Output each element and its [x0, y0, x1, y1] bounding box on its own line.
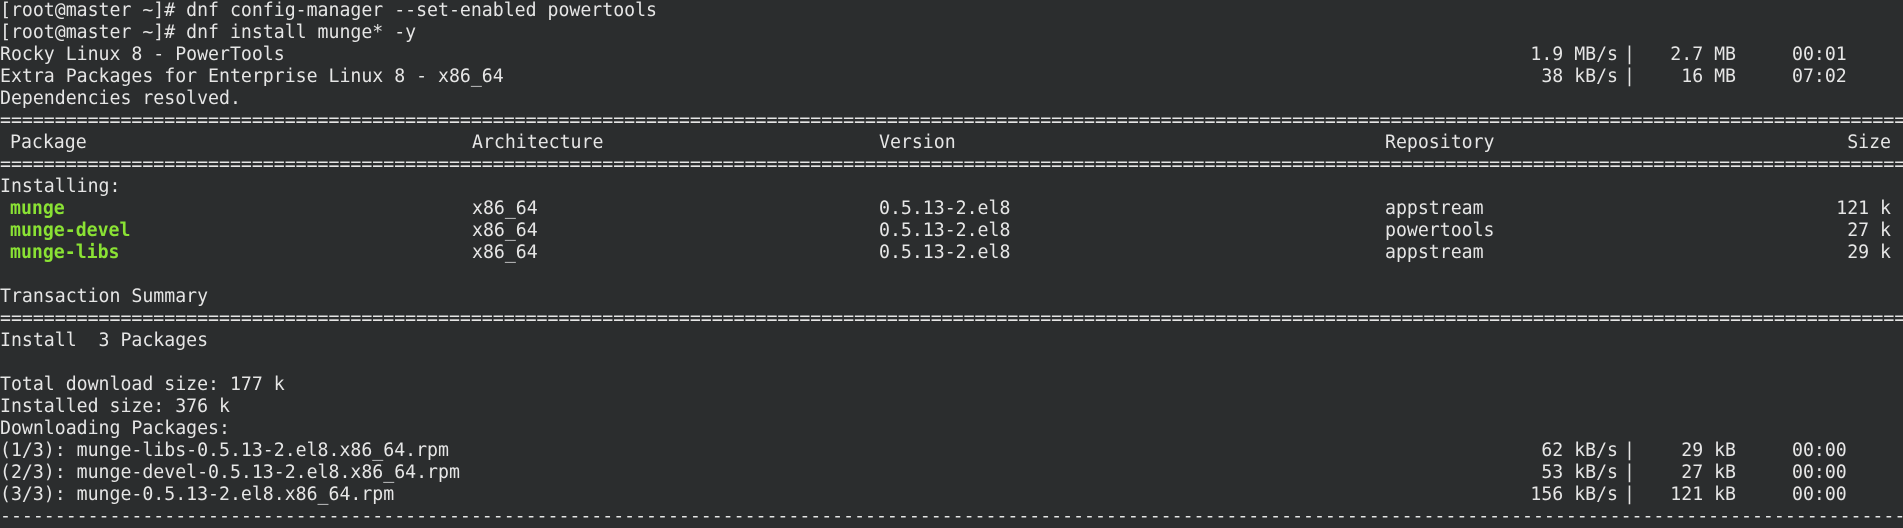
package-arch: x86_64	[472, 242, 538, 263]
summary-title-line: Transaction Summary	[0, 286, 1903, 308]
download-file: (3/3): munge-0.5.13-2.el8.x86_64.rpm	[0, 484, 395, 505]
header-package: Package	[10, 132, 87, 153]
install-count-line: Install 3 Packages	[0, 330, 1903, 352]
pipe: |	[1624, 462, 1635, 483]
download-size: 27 kB	[1681, 462, 1736, 483]
download-speed: 156 kB/s	[1530, 484, 1618, 505]
command-text: [root@master ~]# dnf config-manager --se…	[0, 0, 657, 21]
installed-size-line: Installed size: 376 k	[0, 396, 1903, 418]
command-line: [root@master ~]# dnf config-manager --se…	[0, 0, 1903, 22]
section-label: Installing:	[0, 176, 1903, 198]
package-repository: appstream	[1385, 242, 1484, 263]
download-line: (1/3): munge-libs-0.5.13-2.el8.x86_64.rp…	[0, 440, 1903, 462]
repo-name: Extra Packages for Enterprise Linux 8 - …	[0, 66, 504, 87]
package-name: munge	[10, 198, 65, 219]
download-time: 00:00	[1792, 484, 1847, 505]
pipe: |	[1624, 440, 1635, 461]
download-speed: 62 kB/s	[1541, 440, 1618, 461]
table-row: munge-libs x86_64 0.5.13-2.el8 appstream…	[0, 242, 1903, 264]
status-line: Dependencies resolved.	[0, 88, 1903, 110]
download-line: (2/3): munge-devel-0.5.13-2.el8.x86_64.r…	[0, 462, 1903, 484]
total-download-text: Total download size: 177 k	[0, 374, 285, 395]
pipe: |	[1624, 44, 1635, 65]
download-time: 00:00	[1792, 462, 1847, 483]
package-version: 0.5.13-2.el8	[879, 198, 1011, 219]
download-size: 29 kB	[1681, 440, 1736, 461]
repo-line: Extra Packages for Enterprise Linux 8 - …	[0, 66, 1903, 88]
download-file: (1/3): munge-libs-0.5.13-2.el8.x86_64.rp…	[0, 440, 449, 461]
header-repository: Repository	[1385, 132, 1495, 153]
package-size: 121 k	[1836, 198, 1891, 219]
installing-label: Installing:	[0, 176, 121, 197]
package-name: munge-devel	[10, 220, 131, 241]
separator-single: ----------------------------------------…	[0, 506, 1903, 527]
transaction-summary-label: Transaction Summary	[0, 286, 209, 307]
package-version: 0.5.13-2.el8	[879, 242, 1011, 263]
table-header: Package Architecture Version Repository …	[0, 132, 1903, 154]
package-size: 29 k	[1847, 242, 1891, 263]
table-row: munge-devel x86_64 0.5.13-2.el8 powertoo…	[0, 220, 1903, 242]
deps-resolved-text: Dependencies resolved.	[0, 88, 241, 109]
downloading-label: Downloading Packages:	[0, 418, 230, 439]
package-arch: x86_64	[472, 198, 538, 219]
repo-name: Rocky Linux 8 - PowerTools	[0, 44, 285, 65]
download-speed: 53 kB/s	[1541, 462, 1618, 483]
package-size: 27 k	[1847, 220, 1891, 241]
total-download-line: Total download size: 177 k	[0, 374, 1903, 396]
terminal-window[interactable]: [root@master ~]# dnf config-manager --se…	[0, 0, 1903, 528]
header-version: Version	[879, 132, 956, 153]
download-time: 00:00	[1792, 440, 1847, 461]
install-count-text: Install 3 Packages	[0, 330, 209, 351]
repo-line: Rocky Linux 8 - PowerTools 1.9 MB/s | 2.…	[0, 44, 1903, 66]
downloading-line: Downloading Packages:	[0, 418, 1903, 440]
command-text: [root@master ~]# dnf install munge* -y	[0, 22, 417, 43]
installed-size-text: Installed size: 376 k	[0, 396, 230, 417]
pipe: |	[1624, 484, 1635, 505]
download-file: (2/3): munge-devel-0.5.13-2.el8.x86_64.r…	[0, 462, 460, 483]
package-version: 0.5.13-2.el8	[879, 220, 1011, 241]
header-size: Size	[1847, 132, 1891, 153]
repo-speed: 38 kB/s	[1541, 66, 1618, 87]
header-architecture: Architecture	[472, 132, 604, 153]
repo-time: 00:01	[1792, 44, 1847, 65]
repo-time: 07:02	[1792, 66, 1847, 87]
download-line: (3/3): munge-0.5.13-2.el8.x86_64.rpm 156…	[0, 484, 1903, 506]
separator-double: ========================================…	[0, 308, 1903, 329]
pipe: |	[1624, 66, 1635, 87]
package-repository: appstream	[1385, 198, 1484, 219]
separator-double: ========================================…	[0, 154, 1903, 175]
table-row: munge x86_64 0.5.13-2.el8 appstream 121 …	[0, 198, 1903, 220]
package-name: munge-libs	[10, 242, 120, 263]
download-size: 121 kB	[1670, 484, 1736, 505]
command-line: [root@master ~]# dnf install munge* -y	[0, 22, 1903, 44]
repo-size: 2.7 MB	[1670, 44, 1736, 65]
package-arch: x86_64	[472, 220, 538, 241]
repo-speed: 1.9 MB/s	[1530, 44, 1618, 65]
package-repository: powertools	[1385, 220, 1495, 241]
separator-double: ========================================…	[0, 110, 1903, 131]
repo-size: 16 MB	[1681, 66, 1736, 87]
